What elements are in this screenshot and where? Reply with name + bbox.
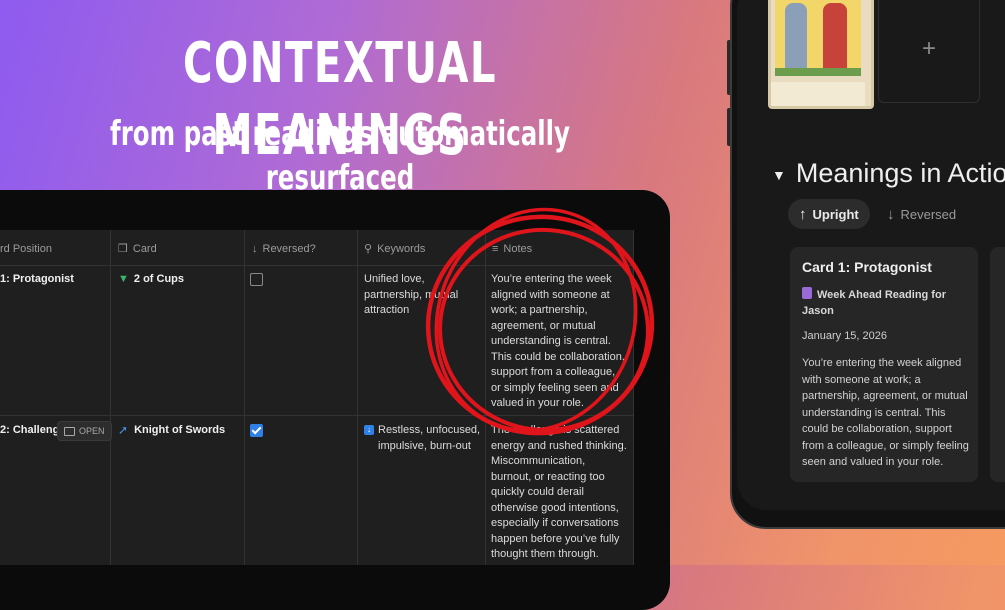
book-icon [802, 287, 812, 299]
row1-notes[interactable]: You’re entering the week aligned with so… [491, 272, 627, 412]
subheadline: from past readings automatically resurfa… [110, 114, 570, 198]
row2-open-button[interactable]: OPEN [57, 421, 112, 441]
tab-reversed-label: Reversed [900, 206, 957, 222]
collapse-triangle-icon[interactable]: ▼ [772, 167, 786, 183]
row1-reversed-checkbox[interactable] [250, 273, 263, 286]
row1-card-label: 2 of Cups [133, 273, 185, 285]
column-divider [485, 230, 486, 565]
text-icon: ≡ [492, 243, 499, 255]
arrow-down-icon: ↓ [887, 205, 895, 223]
tab-reversed[interactable]: ↓ Reversed [876, 199, 967, 229]
header-keywords-label: Keywords [377, 243, 426, 255]
key-icon: ⚲ [364, 243, 373, 255]
add-card-button[interactable]: + [878, 0, 980, 103]
row1-keywords[interactable]: Unified love, partnership, mutual attrac… [364, 272, 482, 319]
row2-card[interactable]: ➚ Knight of Swords [118, 423, 225, 439]
section-title[interactable]: ▼ Meanings in Actio [772, 158, 1005, 189]
cards-icon: ❒ [118, 243, 128, 255]
arrow-down-icon: ↓ [252, 243, 258, 255]
header-keywords[interactable]: ⚲ Keywords [364, 230, 425, 267]
sword-icon: ➚ [118, 423, 129, 437]
column-divider [357, 230, 358, 565]
reading-link[interactable]: Week Ahead Reading for Jason [802, 287, 972, 319]
tab-upright[interactable]: ↑ Upright [788, 199, 870, 229]
column-divider [244, 230, 245, 565]
reading-link-label: Week Ahead Reading for Jason [802, 289, 946, 317]
trophy-icon: ▼ [118, 273, 129, 285]
readings-table: rd Position ❒ Card ↓ Reversed? ⚲ Keyword… [0, 230, 634, 565]
row2-keywords-text: Restless, unfocused, impulsive, burn-out [378, 424, 481, 452]
row2-card-label: Knight of Swords [134, 424, 226, 436]
header-card[interactable]: ❒ Card [118, 230, 157, 267]
arrow-up-icon: ↑ [799, 205, 807, 223]
header-reversed-label: Reversed? [262, 243, 316, 255]
tarot-card-image[interactable] [768, 0, 874, 109]
open-button-label: OPEN [79, 426, 105, 436]
meaning-card-date: January 15, 2026 [802, 330, 888, 342]
meaning-card-next[interactable] [990, 247, 1005, 482]
row1-card[interactable]: ▼ 2 of Cups [118, 272, 184, 288]
meaning-card-body: You’re entering the week aligned with so… [802, 357, 969, 468]
header-reversed[interactable]: ↓ Reversed? [252, 230, 316, 267]
row2-notes[interactable]: The challenge is scattered energy and ru… [491, 423, 627, 563]
column-divider [110, 230, 111, 565]
open-panel-icon [64, 426, 75, 436]
column-divider [633, 230, 634, 565]
header-notes[interactable]: ≡ Notes [492, 230, 532, 267]
row1-position[interactable]: 1: Protagonist [0, 272, 74, 288]
header-card-label: Card [132, 243, 157, 255]
plus-icon: + [921, 35, 936, 62]
table-header: rd Position ❒ Card ↓ Reversed? ⚲ Keyword… [0, 230, 634, 266]
arrow-down-badge-icon: ↓ [364, 425, 374, 435]
header-position-label: rd Position [0, 243, 52, 255]
meaning-card-title: Card 1: Protagonist [802, 259, 932, 275]
header-position[interactable]: rd Position [0, 230, 52, 267]
meaning-card[interactable]: Card 1: Protagonist Week Ahead Reading f… [790, 247, 978, 482]
row-divider [0, 415, 634, 416]
row2-keywords[interactable]: ↓ Restless, unfocused, impulsive, burn-o… [364, 423, 482, 454]
header-notes-label: Notes [503, 243, 533, 255]
row2-reversed-checkbox[interactable] [250, 424, 263, 437]
section-title-text: Meanings in Actio [795, 158, 1005, 188]
row2-position[interactable]: 2: Challenge [0, 423, 65, 439]
tab-upright-label: Upright [812, 206, 859, 222]
